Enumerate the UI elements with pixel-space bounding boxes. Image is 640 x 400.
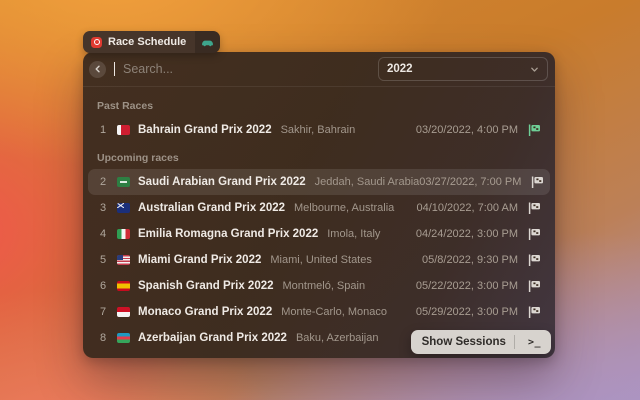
chevron-left-icon: [94, 65, 102, 73]
country-flag-icon: [117, 333, 130, 343]
race-datetime: 04/24/2022, 3:00 PM: [416, 228, 518, 240]
race-datetime: 05/8/2022, 9:30 PM: [422, 254, 518, 266]
checkered-flag-icon: [528, 306, 541, 318]
row-index: 3: [97, 202, 109, 214]
checkered-flag-icon: [528, 124, 541, 136]
race-row[interactable]: 1 Bahrain Grand Prix 2022 Sakhir, Bahrai…: [88, 117, 550, 143]
race-title: Emilia Romagna Grand Prix 2022: [138, 228, 318, 240]
race-location: Imola, Italy: [327, 228, 380, 240]
country-flag-icon: [117, 307, 130, 317]
show-sessions-button[interactable]: Show Sessions >_: [411, 330, 551, 354]
chevron-down-icon: [530, 65, 539, 74]
race-datetime: 05/29/2022, 3:00 PM: [416, 306, 518, 318]
race-row[interactable]: 4 Emilia Romagna Grand Prix 2022 Imola, …: [88, 221, 550, 247]
race-datetime: 03/20/2022, 4:00 PM: [416, 124, 518, 136]
search-bar: 2022: [83, 52, 555, 87]
race-datetime: 04/10/2022, 7:00 AM: [416, 202, 518, 214]
country-flag-icon: [117, 203, 130, 213]
race-row[interactable]: 6 Spanish Grand Prix 2022 Montmeló, Spai…: [88, 273, 550, 299]
race-location: Melbourne, Australia: [294, 202, 394, 214]
section-header: Upcoming races: [88, 143, 550, 169]
extension-tag-label: Race Schedule: [108, 36, 186, 48]
row-index: 6: [97, 280, 109, 292]
list-section: Past Races 1 Bahrain Grand Prix 2022 Sak…: [88, 91, 550, 143]
country-flag-icon: [117, 177, 130, 187]
search-input[interactable]: [123, 62, 370, 76]
race-title: Spanish Grand Prix 2022: [138, 280, 274, 292]
race-row[interactable]: 2 Saudi Arabian Grand Prix 2022 Jeddah, …: [88, 169, 550, 195]
race-title: Saudi Arabian Grand Prix 2022: [138, 176, 306, 188]
desktop-background: Race Schedule 2022: [0, 0, 640, 400]
race-title: Bahrain Grand Prix 2022: [138, 124, 272, 136]
section-rows: 1 Bahrain Grand Prix 2022 Sakhir, Bahrai…: [88, 117, 550, 143]
race-list: Past Races 1 Bahrain Grand Prix 2022 Sak…: [83, 87, 555, 358]
race-location: Miami, United States: [270, 254, 371, 266]
row-index: 1: [97, 124, 109, 136]
section-header: Past Races: [88, 91, 550, 117]
text-caret: [114, 62, 115, 76]
race-title: Miami Grand Prix 2022: [138, 254, 261, 266]
back-button[interactable]: [89, 61, 106, 78]
race-location: Jeddah, Saudi Arabia: [315, 176, 420, 188]
race-datetime: 05/22/2022, 3:00 PM: [416, 280, 518, 292]
race-row[interactable]: 5 Miami Grand Prix 2022 Miami, United St…: [88, 247, 550, 273]
year-dropdown[interactable]: 2022: [378, 57, 548, 81]
country-flag-icon: [117, 255, 130, 265]
checkered-flag-icon: [528, 202, 541, 214]
race-schedule-extension-icon: [91, 37, 102, 48]
race-title: Australian Grand Prix 2022: [138, 202, 285, 214]
checkered-flag-icon: [528, 280, 541, 292]
car-icon: [195, 31, 220, 53]
raycast-window: 2022 Past Races 1 Bahrain Grand Prix 202…: [83, 52, 555, 358]
race-datetime: 03/27/2022, 7:00 PM: [419, 176, 521, 188]
row-index: 2: [97, 176, 109, 188]
year-dropdown-value: 2022: [387, 63, 413, 75]
race-row[interactable]: 7 Monaco Grand Prix 2022 Monte-Carlo, Mo…: [88, 299, 550, 325]
race-title: Monaco Grand Prix 2022: [138, 306, 272, 318]
race-location: Montmeló, Spain: [283, 280, 366, 292]
row-index: 4: [97, 228, 109, 240]
row-index: 5: [97, 254, 109, 266]
shortcut-key-icon: >_: [523, 335, 546, 350]
race-location: Baku, Azerbaijan: [296, 332, 379, 344]
row-index: 7: [97, 306, 109, 318]
country-flag-icon: [117, 229, 130, 239]
checkered-flag-icon: [528, 228, 541, 240]
extension-tag[interactable]: Race Schedule: [83, 31, 220, 53]
checkered-flag-icon: [528, 254, 541, 266]
race-location: Sakhir, Bahrain: [281, 124, 356, 136]
country-flag-icon: [117, 281, 130, 291]
show-sessions-label: Show Sessions: [422, 336, 506, 348]
race-row[interactable]: 3 Australian Grand Prix 2022 Melbourne, …: [88, 195, 550, 221]
race-location: Monte-Carlo, Monaco: [281, 306, 387, 318]
list-section: Upcoming races 2 Saudi Arabian Grand Pri…: [88, 143, 550, 358]
race-title: Azerbaijan Grand Prix 2022: [138, 332, 287, 344]
checkered-flag-icon: [531, 176, 544, 188]
row-index: 8: [97, 332, 109, 344]
tooltip-divider: [514, 335, 515, 349]
country-flag-icon: [117, 125, 130, 135]
